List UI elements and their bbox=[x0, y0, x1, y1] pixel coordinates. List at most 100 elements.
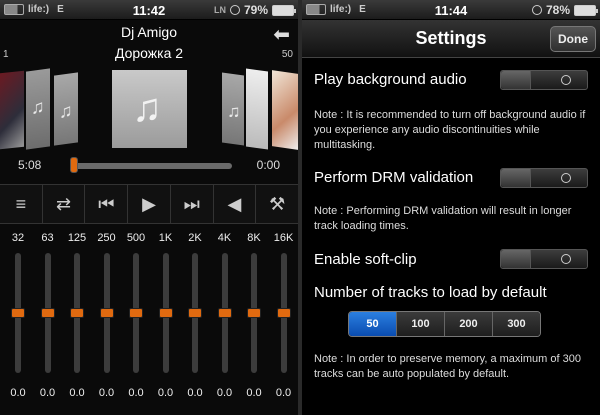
seek-bar[interactable] bbox=[70, 163, 232, 169]
battery-percent: 78% bbox=[545, 3, 570, 17]
tracks-count-selector: 50 100 200 300 bbox=[348, 311, 541, 337]
eq-band-value: 0.0 bbox=[275, 387, 292, 399]
eq-band-label: 32 bbox=[11, 232, 25, 244]
eq-slider-thumb[interactable] bbox=[158, 308, 173, 318]
speaker-icon: ◀ bbox=[227, 193, 242, 214]
equalizer-band-labels: 32 63 125 250 500 1K 2K 4K 8K 16K bbox=[0, 232, 298, 246]
tracks-option-50[interactable]: 50 bbox=[349, 312, 397, 336]
background-audio-label: Play background audio bbox=[314, 71, 467, 88]
music-note-icon: ♫ bbox=[227, 100, 241, 123]
current-album-cover[interactable]: ♫ bbox=[112, 70, 187, 148]
eq-slider-thumb[interactable] bbox=[129, 308, 143, 318]
eq-slider-thumb[interactable] bbox=[99, 308, 114, 318]
album-cover[interactable] bbox=[0, 70, 24, 150]
track-index-start: 1 bbox=[3, 49, 9, 60]
done-button[interactable]: Done bbox=[550, 26, 596, 52]
battery-icon bbox=[574, 4, 598, 16]
battery-icon bbox=[272, 4, 296, 16]
eq-band-label: 16K bbox=[273, 232, 294, 244]
battery-percent: 79% bbox=[243, 3, 268, 17]
music-note-icon: ♫ bbox=[132, 86, 162, 130]
album-cover[interactable]: ♫ bbox=[54, 72, 78, 146]
seek-thumb[interactable] bbox=[70, 157, 78, 173]
tracks-option-300[interactable]: 300 bbox=[493, 312, 540, 336]
nav-bar: Settings Done bbox=[302, 20, 600, 58]
background-audio-toggle[interactable] bbox=[500, 70, 588, 90]
off-icon bbox=[561, 75, 571, 85]
soft-clip-label: Enable soft-clip bbox=[314, 251, 417, 268]
settings-screen: life:) E 11:44 78% Settings Done Play ba… bbox=[302, 0, 600, 415]
album-cover[interactable]: ♫ bbox=[222, 72, 244, 146]
eq-band-label: 4K bbox=[217, 232, 232, 244]
drm-validation-note: Note : Performing DRM validation will re… bbox=[314, 205, 572, 232]
eq-band-value: 0.0 bbox=[69, 387, 85, 399]
eq-band-value: 0.0 bbox=[98, 387, 115, 399]
eq-band-label: 500 bbox=[126, 232, 146, 244]
previous-button[interactable]: ⏮ bbox=[85, 185, 129, 223]
alarm-icon bbox=[229, 5, 240, 15]
eq-slider-thumb[interactable] bbox=[40, 308, 55, 318]
eq-band-value: 0.0 bbox=[157, 387, 174, 399]
eq-band-label: 8K bbox=[247, 232, 261, 244]
tracks-option-100[interactable]: 100 bbox=[397, 312, 445, 336]
eq-band-value: 0.0 bbox=[246, 387, 262, 399]
eq-band-value: 0.0 bbox=[39, 387, 56, 399]
eq-band-value: 0.0 bbox=[216, 387, 233, 399]
cover-flow[interactable]: ♫ ♫ ♫ ♫ bbox=[0, 66, 298, 152]
background-audio-note: Note : It is recommended to turn off bac… bbox=[314, 109, 586, 151]
toggle-knob bbox=[501, 71, 531, 89]
alarm-icon bbox=[531, 5, 542, 15]
play-button[interactable]: ▶ bbox=[128, 185, 171, 223]
status-right: LN 79% bbox=[213, 3, 296, 17]
remaining-time: 0:00 bbox=[256, 158, 280, 172]
list-icon: ≡ bbox=[15, 193, 27, 214]
music-note-icon: ♫ bbox=[59, 100, 73, 122]
eq-slider-thumb[interactable] bbox=[217, 308, 232, 318]
eq-band-label: 63 bbox=[41, 232, 54, 244]
soft-clip-toggle[interactable] bbox=[500, 249, 588, 269]
eq-slider-thumb[interactable] bbox=[247, 308, 261, 318]
wrench-icon: ⚒ bbox=[269, 193, 286, 214]
previous-icon: ⏮ bbox=[98, 193, 115, 214]
status-bar: life:) E 11:42 LN 79% bbox=[0, 0, 298, 20]
eq-slider-thumb[interactable] bbox=[276, 308, 291, 318]
drm-validation-label: Perform DRM validation bbox=[314, 169, 474, 186]
eq-band-label: 250 bbox=[97, 232, 116, 244]
artist-name: Dj Amigo bbox=[120, 24, 178, 40]
settings-button[interactable]: ⚒ bbox=[256, 185, 298, 223]
toggle-knob bbox=[501, 250, 531, 268]
tracks-option-200[interactable]: 200 bbox=[445, 312, 493, 336]
toggle-knob bbox=[501, 169, 531, 187]
album-cover[interactable] bbox=[246, 68, 268, 150]
track-index-end: 50 bbox=[281, 49, 293, 60]
elapsed-time: 5:08 bbox=[18, 158, 42, 172]
back-arrow-icon[interactable]: ⬅ bbox=[273, 22, 290, 47]
album-cover[interactable] bbox=[272, 70, 298, 150]
play-icon: ▶ bbox=[142, 193, 156, 214]
eq-slider-thumb[interactable] bbox=[11, 308, 25, 318]
track-name: Дорожка 2 bbox=[114, 45, 184, 61]
next-button[interactable]: ⏭ bbox=[171, 185, 214, 223]
player-screen: life:) E 11:42 LN 79% Dj Amigo Дорожка 2… bbox=[0, 0, 298, 415]
shuffle-button[interactable]: ⇄ bbox=[43, 185, 86, 223]
status-right: 78% bbox=[531, 3, 598, 17]
playlist-button[interactable]: ≡ bbox=[0, 185, 43, 223]
eq-band-value: 0.0 bbox=[128, 387, 144, 399]
eq-band-label: 1K bbox=[158, 232, 173, 244]
eq-band-value: 0.0 bbox=[10, 387, 26, 399]
eq-slider-thumb[interactable] bbox=[188, 308, 202, 318]
album-cover[interactable]: ♫ bbox=[26, 68, 50, 150]
tracks-count-note: Note : In order to preserve memory, a ma… bbox=[314, 353, 581, 380]
eq-slider-thumb[interactable] bbox=[70, 308, 84, 318]
shuffle-icon: ⇄ bbox=[56, 193, 72, 214]
tracks-count-label: Number of tracks to load by default bbox=[314, 284, 547, 301]
transport-controls: ≡ ⇄ ⏮ ▶ ⏭ ◀ ⚒ bbox=[0, 184, 298, 224]
drm-validation-toggle[interactable] bbox=[500, 168, 588, 188]
ln-indicator: LN bbox=[213, 5, 226, 15]
music-note-icon: ♫ bbox=[31, 96, 45, 118]
volume-button[interactable]: ◀ bbox=[214, 185, 257, 223]
status-bar: life:) E 11:44 78% bbox=[302, 0, 600, 20]
off-icon bbox=[561, 173, 571, 183]
eq-band-label: 125 bbox=[67, 232, 87, 244]
eq-band-value: 0.0 bbox=[187, 387, 203, 399]
